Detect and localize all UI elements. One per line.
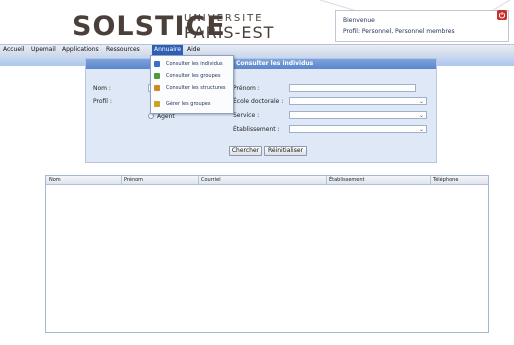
results-header-row: Nom Prénom Courriel Établissement Téléph… <box>46 176 488 185</box>
column-nom[interactable]: Nom <box>49 177 61 183</box>
column-prenom[interactable]: Prénom <box>124 177 143 183</box>
welcome-box: Bienvenue Profil: Personnel, Personnel m… <box>335 10 509 42</box>
group-icon <box>154 73 160 79</box>
upe-logo: UNIVERSITE PARIS-EST <box>184 13 274 42</box>
form-title-bar: Consulter les individus <box>86 59 436 69</box>
manage-group-icon <box>154 101 160 107</box>
chevron-down-icon: ⌄ <box>418 112 424 119</box>
power-icon[interactable] <box>497 10 507 20</box>
menu-applications[interactable]: Applications <box>60 46 101 53</box>
form-title: Consulter les individus <box>236 60 314 67</box>
prenom-label: Prénom : <box>233 85 260 92</box>
search-button[interactable]: Chercher <box>229 146 262 156</box>
agent-label: Agent <box>157 113 175 120</box>
dropdown-item-gerer-groupes[interactable]: Gérer les groupes <box>153 99 231 109</box>
reset-button[interactable]: Réinitialiser <box>264 146 307 156</box>
etablissement-select[interactable]: ⌄ <box>289 125 427 133</box>
search-form-panel: Consulter les individus Nom : Profil : A… <box>85 58 437 163</box>
menu-aide[interactable]: Aide <box>185 46 202 53</box>
service-select[interactable]: ⌄ <box>289 111 427 119</box>
upe-logo-bottom: PARIS-EST <box>184 23 275 42</box>
menu-upemail[interactable]: Upemail <box>29 46 58 53</box>
dropdown-item-structures[interactable]: Consulter les structures <box>153 83 231 93</box>
column-courriel[interactable]: Courriel <box>201 177 221 183</box>
prenom-input[interactable] <box>289 84 416 92</box>
dropdown-item-groupes[interactable]: Consulter les groupes <box>153 71 231 81</box>
welcome-text: Bienvenue <box>343 17 375 24</box>
structure-icon <box>154 85 160 91</box>
chevron-down-icon: ⌄ <box>418 98 424 105</box>
column-etablissement[interactable]: Établissement <box>329 177 365 183</box>
annuaire-dropdown: Consulter les individus Consulter les gr… <box>150 55 234 114</box>
dropdown-item-individus[interactable]: Consulter les individus <box>153 59 231 69</box>
etablissement-label: Établissement : <box>233 126 280 133</box>
person-icon <box>154 61 160 67</box>
ecole-select[interactable]: ⌄ <box>289 97 427 105</box>
menu-annuaire[interactable]: Annuaire <box>152 45 183 55</box>
menu-accueil[interactable]: Accueil <box>1 46 26 53</box>
profile-text: Profil: Personnel, Personnel membres <box>343 28 455 35</box>
service-label: Service : <box>233 112 260 119</box>
ecole-label: École doctorale : <box>233 98 284 105</box>
results-table: Nom Prénom Courriel Établissement Téléph… <box>45 175 489 333</box>
app-header: SOLSTICE UNIVERSITE PARIS-EST Bienvenue … <box>0 0 514 44</box>
profil-label: Profil : <box>93 98 112 105</box>
menu-ressources[interactable]: Ressources <box>104 46 142 53</box>
nom-label: Nom : <box>93 85 111 92</box>
column-telephone[interactable]: Téléphone <box>433 177 458 183</box>
chevron-down-icon: ⌄ <box>418 126 424 133</box>
